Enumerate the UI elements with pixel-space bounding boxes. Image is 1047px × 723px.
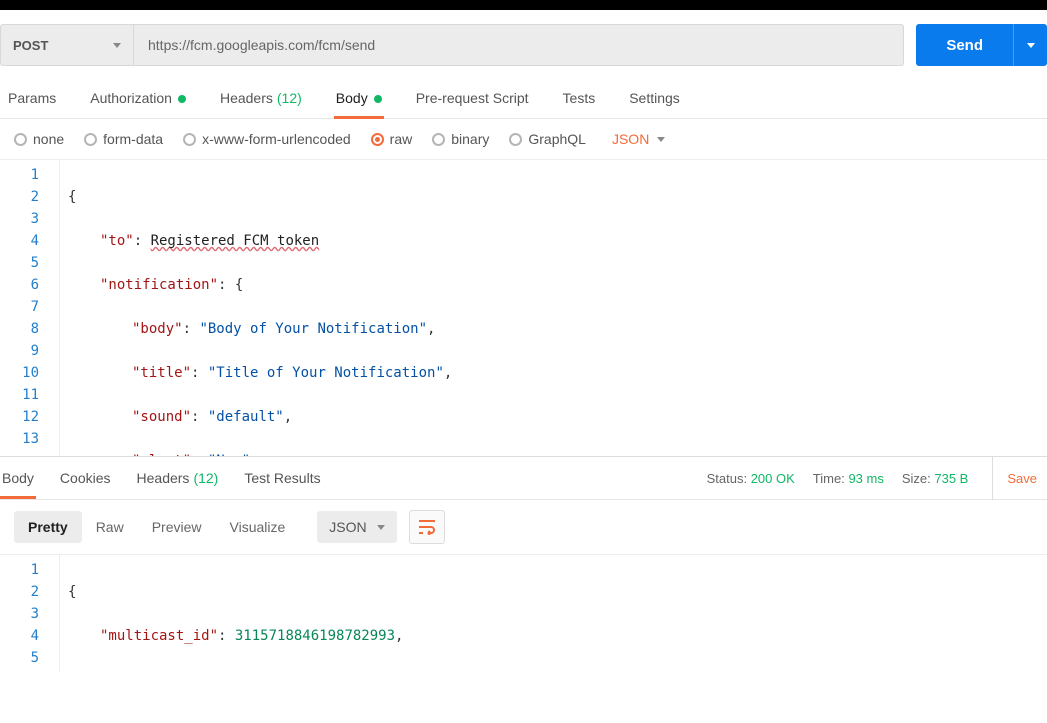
response-body-editor[interactable]: 12345 { "multicast_id": 3115718846198782…: [0, 554, 1047, 672]
response-tab-body[interactable]: Body: [0, 458, 36, 498]
response-tabs: Body Cookies Headers(12) Test Results St…: [0, 456, 1047, 500]
time-value: 93 ms: [848, 471, 883, 486]
tab-headers[interactable]: Headers(12): [218, 80, 304, 118]
url-input[interactable]: https://fcm.googleapis.com/fcm/send: [134, 24, 904, 66]
send-button-group: Send: [916, 24, 1047, 66]
body-type-row: none form-data x-www-form-urlencoded raw…: [0, 119, 1047, 160]
view-visualize[interactable]: Visualize: [216, 511, 300, 543]
radio-icon: [509, 133, 522, 146]
http-method-value: POST: [13, 38, 48, 53]
send-dropdown-button[interactable]: [1013, 24, 1047, 66]
wrap-lines-button[interactable]: [409, 510, 445, 544]
tab-params[interactable]: Params: [6, 80, 58, 118]
response-format-dropdown[interactable]: JSON: [317, 511, 396, 543]
code-area[interactable]: { "to": Registered FCM token "notificati…: [60, 160, 528, 456]
radio-none[interactable]: none: [14, 131, 64, 147]
radio-graphql[interactable]: GraphQL: [509, 131, 586, 147]
body-language-dropdown[interactable]: JSON: [612, 131, 665, 147]
chevron-down-icon: [1027, 43, 1035, 48]
request-tabs: Params Authorization Headers(12) Body Pr…: [0, 80, 1047, 119]
tab-settings[interactable]: Settings: [627, 80, 682, 118]
radio-form-data[interactable]: form-data: [84, 131, 163, 147]
radio-raw[interactable]: raw: [371, 131, 413, 147]
status-dot-icon: [374, 95, 382, 103]
status-value: 200 OK: [751, 471, 795, 486]
chevron-down-icon: [657, 137, 665, 142]
view-preview[interactable]: Preview: [138, 511, 216, 543]
response-view-bar: Pretty Raw Preview Visualize JSON: [0, 500, 1047, 554]
send-button[interactable]: Send: [916, 24, 1013, 66]
request-row: POST https://fcm.googleapis.com/fcm/send…: [0, 10, 1047, 80]
save-response-button[interactable]: Save: [992, 456, 1037, 500]
response-tab-headers[interactable]: Headers(12): [135, 458, 221, 498]
line-gutter: 12345678910111213: [0, 160, 60, 456]
http-method-dropdown[interactable]: POST: [0, 24, 134, 66]
radio-urlencoded[interactable]: x-www-form-urlencoded: [183, 131, 351, 147]
chevron-down-icon: [377, 525, 385, 530]
response-tab-cookies[interactable]: Cookies: [58, 458, 113, 498]
chevron-down-icon: [113, 43, 121, 48]
view-raw[interactable]: Raw: [82, 511, 138, 543]
radio-icon: [84, 133, 97, 146]
wrap-icon: [418, 519, 436, 535]
view-pretty[interactable]: Pretty: [14, 511, 82, 543]
radio-icon: [371, 133, 384, 146]
response-meta: Status: 200 OK Time: 93 ms Size: 735 B S…: [707, 456, 1037, 500]
radio-icon: [432, 133, 445, 146]
tab-authorization[interactable]: Authorization: [88, 80, 188, 118]
tab-prerequest[interactable]: Pre-request Script: [414, 80, 531, 118]
line-gutter: 12345: [0, 555, 60, 672]
window-top-bar: [0, 0, 1047, 10]
tab-body[interactable]: Body: [334, 80, 384, 118]
status-dot-icon: [178, 95, 186, 103]
radio-binary[interactable]: binary: [432, 131, 489, 147]
size-value: 735 B: [934, 471, 968, 486]
response-tab-tests[interactable]: Test Results: [242, 458, 322, 498]
request-body-editor[interactable]: 12345678910111213 { "to": Registered FCM…: [0, 160, 1047, 456]
radio-icon: [14, 133, 27, 146]
code-area[interactable]: { "multicast_id": 3115718846198782993, "…: [60, 555, 403, 672]
url-value: https://fcm.googleapis.com/fcm/send: [148, 37, 375, 53]
radio-icon: [183, 133, 196, 146]
tab-tests[interactable]: Tests: [561, 80, 598, 118]
